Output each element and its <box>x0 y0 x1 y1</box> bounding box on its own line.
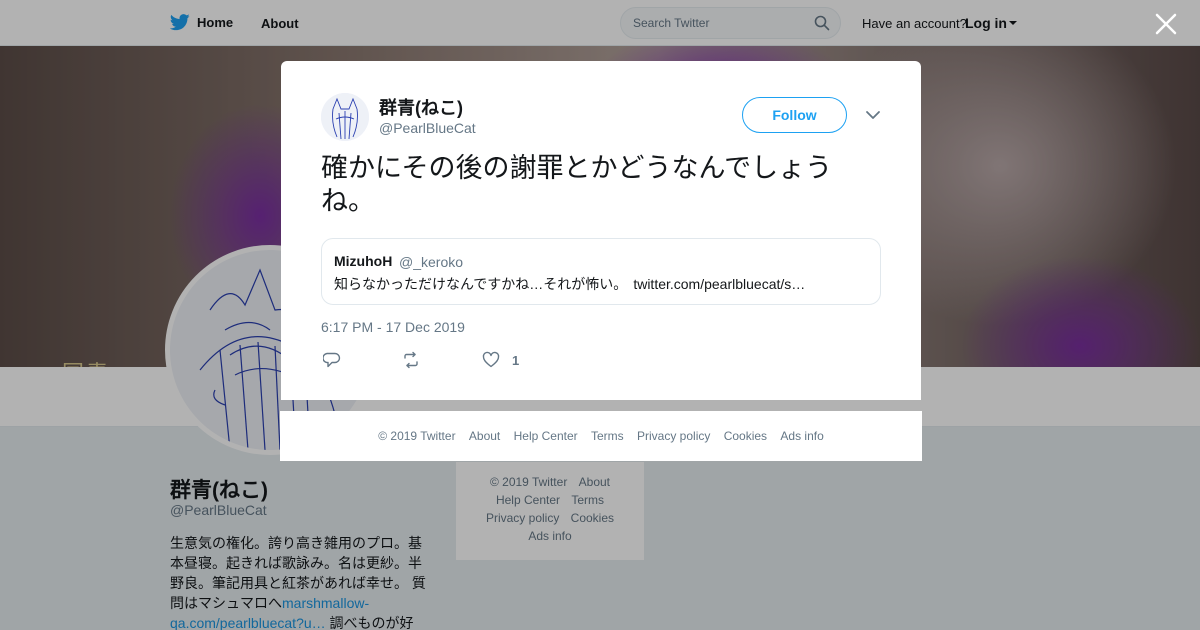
reply-button[interactable] <box>323 351 341 369</box>
quoted-author-name: MizuhoH <box>334 253 393 269</box>
chevron-down-icon[interactable] <box>865 109 881 121</box>
tweet-timestamp[interactable]: 6:17 PM - 17 Dec 2019 <box>321 319 465 335</box>
modal-footer: © 2019 Twitter About Help Center Terms P… <box>280 411 922 461</box>
close-icon[interactable] <box>1154 12 1178 36</box>
reply-icon <box>323 352 341 368</box>
tweet-author-handle[interactable]: @PearlBlueCat <box>379 120 476 136</box>
heart-icon <box>482 351 500 368</box>
footer-about[interactable]: About <box>469 429 500 443</box>
tweet-author-avatar[interactable] <box>321 93 369 141</box>
quoted-text: 知らなかっただけなんですかね…それが怖い。 twitter.com/pearlbl… <box>334 274 805 294</box>
quoted-author-handle: @_keroko <box>399 254 464 270</box>
tweet-text: 確かにその後の謝罪とかどうなんでしょうね。 <box>321 153 833 217</box>
follow-button[interactable]: Follow <box>742 97 847 133</box>
tweet-author-name[interactable]: 群青(ねこ) <box>379 94 463 120</box>
footer-cookies[interactable]: Cookies <box>724 429 767 443</box>
like-button[interactable]: 1 <box>482 351 519 369</box>
footer-terms[interactable]: Terms <box>591 429 624 443</box>
footer-privacy[interactable]: Privacy policy <box>637 429 710 443</box>
footer-ads[interactable]: Ads info <box>780 429 823 443</box>
quoted-tweet[interactable]: MizuhoH @_keroko 知らなかっただけなんですかね…それが怖い。 tw… <box>321 238 881 305</box>
tweet-modal: 群青(ねこ) @PearlBlueCat Follow 確かにその後の謝罪とかど… <box>281 61 921 400</box>
footer-help[interactable]: Help Center <box>514 429 578 443</box>
retweet-icon <box>404 351 418 369</box>
quoted-body: 知らなかっただけなんですかね…それが怖い。 <box>334 276 628 292</box>
like-count: 1 <box>512 352 520 368</box>
quoted-link[interactable]: twitter.com/pearlbluecat/s… <box>633 276 805 292</box>
cat-avatar-icon <box>321 93 369 141</box>
footer-copyright: © 2019 Twitter <box>378 429 456 443</box>
retweet-button[interactable] <box>402 351 420 369</box>
